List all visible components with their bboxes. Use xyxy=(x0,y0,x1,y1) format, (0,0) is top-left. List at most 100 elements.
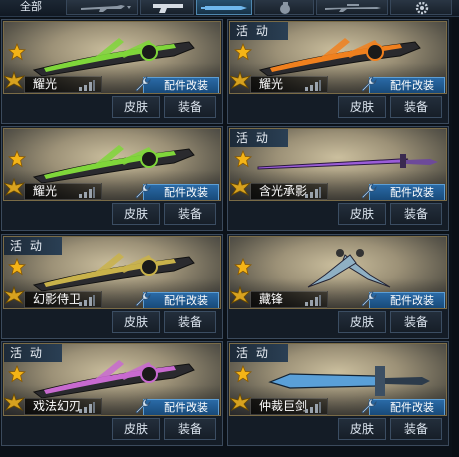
star-icon xyxy=(234,365,252,383)
rank-wings-icon xyxy=(230,177,252,197)
rank-wings-icon xyxy=(230,70,252,90)
skin-button[interactable]: 皮肤 xyxy=(112,311,160,333)
weapon-card[interactable]: 耀光 配件改装 皮肤 装备 xyxy=(1,126,223,231)
knife-icon xyxy=(201,6,247,10)
equip-button[interactable]: 装备 xyxy=(164,96,216,118)
star-icon xyxy=(8,43,26,61)
star-icon xyxy=(234,43,252,61)
equip-button[interactable]: 装备 xyxy=(390,311,442,333)
equip-button[interactable]: 装备 xyxy=(390,418,442,440)
equip-button[interactable]: 装备 xyxy=(164,311,216,333)
scrollbar[interactable] xyxy=(452,17,459,457)
rank-wings-icon xyxy=(4,70,26,90)
star-icon xyxy=(8,365,26,383)
weapon-preview[interactable]: 耀光 配件改装 xyxy=(3,128,221,201)
skin-button[interactable]: 皮肤 xyxy=(338,418,386,440)
wrench-icon xyxy=(135,183,151,199)
wrench-icon xyxy=(361,398,377,414)
weapon-card[interactable]: 藏锋 配件改装 皮肤 装备 xyxy=(227,234,449,339)
mod-button-label: 配件改装 xyxy=(164,79,208,92)
rank-wings-icon xyxy=(230,285,252,305)
equip-button[interactable]: 装备 xyxy=(164,418,216,440)
tab-rifle[interactable] xyxy=(66,0,138,15)
weapon-preview[interactable]: 活 动 仲裁巨剑 配件改装 xyxy=(229,343,447,416)
weapon-card[interactable]: 活 动 含光承影 配件改装 皮肤 装备 xyxy=(227,126,449,231)
star-icon xyxy=(8,258,26,276)
tab-knife[interactable] xyxy=(196,0,252,15)
gear-icon xyxy=(415,1,429,15)
grenade-icon xyxy=(280,2,290,14)
weapon-image xyxy=(32,145,195,184)
equip-button[interactable]: 装备 xyxy=(164,203,216,225)
star-icon xyxy=(8,150,26,168)
signal-bars-icon xyxy=(79,402,95,413)
mod-button-label: 配件改装 xyxy=(390,79,434,92)
mod-button[interactable]: 配件改装 xyxy=(135,291,219,308)
skin-button[interactable]: 皮肤 xyxy=(112,96,160,118)
weapon-preview[interactable]: 耀光 配件改装 xyxy=(3,21,221,94)
rank-wings-icon xyxy=(4,177,26,197)
skin-button[interactable]: 皮肤 xyxy=(338,311,386,333)
signal-bars-icon xyxy=(79,80,95,91)
signal-bars-icon xyxy=(305,402,321,413)
equip-button[interactable]: 装备 xyxy=(390,203,442,225)
weapon-preview[interactable]: 活 动 含光承影 配件改装 xyxy=(229,128,447,201)
mod-button[interactable]: 配件改装 xyxy=(135,398,219,415)
event-badge: 活 动 xyxy=(4,344,62,362)
mod-button-label: 配件改装 xyxy=(390,186,434,199)
rifle-icon xyxy=(81,5,131,12)
event-badge: 活 动 xyxy=(230,129,288,147)
mod-button-label: 配件改装 xyxy=(164,294,208,307)
weapon-preview[interactable]: 活 动 幻影侍卫 配件改装 xyxy=(3,236,221,309)
wrench-icon xyxy=(361,183,377,199)
weapon-card[interactable]: 活 动 戏法幻刃 配件改装 皮肤 装备 xyxy=(1,341,223,446)
rank-wings-icon xyxy=(230,392,252,412)
mod-button-label: 配件改装 xyxy=(164,186,208,199)
mod-button[interactable]: 配件改装 xyxy=(361,398,445,415)
weapon-card[interactable]: 活 动 耀光 配件改装 皮肤 装备 xyxy=(227,19,449,124)
weapon-preview[interactable]: 活 动 耀光 配件改装 xyxy=(229,21,447,94)
mod-button[interactable]: 配件改装 xyxy=(361,291,445,308)
skin-button[interactable]: 皮肤 xyxy=(338,96,386,118)
weapon-card[interactable]: 耀光 配件改装 皮肤 装备 xyxy=(1,19,223,124)
wrench-icon xyxy=(135,76,151,92)
weapon-category-bar: 全部 xyxy=(0,0,459,17)
tab-all[interactable]: 全部 xyxy=(0,0,62,15)
rank-wings-icon xyxy=(4,392,26,412)
sniper-icon xyxy=(325,4,381,12)
tab-pistol[interactable] xyxy=(140,0,194,15)
star-icon xyxy=(234,150,252,168)
mod-button-label: 配件改装 xyxy=(390,401,434,414)
mod-button[interactable]: 配件改装 xyxy=(361,76,445,93)
mod-button-label: 配件改装 xyxy=(390,294,434,307)
equip-button[interactable]: 装备 xyxy=(390,96,442,118)
skin-button[interactable]: 皮肤 xyxy=(112,418,160,440)
signal-bars-icon xyxy=(305,187,321,198)
rank-wings-icon xyxy=(4,285,26,305)
tab-grenade[interactable] xyxy=(254,0,314,15)
mod-button[interactable]: 配件改装 xyxy=(135,183,219,200)
weapon-preview[interactable]: 藏锋 配件改装 xyxy=(229,236,447,309)
tab-sniper[interactable] xyxy=(316,0,388,15)
weapon-card[interactable]: 活 动 仲裁巨剑 配件改装 皮肤 装备 xyxy=(227,341,449,446)
weapon-card[interactable]: 活 动 幻影侍卫 配件改装 皮肤 装备 xyxy=(1,234,223,339)
skin-button[interactable]: 皮肤 xyxy=(112,203,160,225)
wrench-icon xyxy=(361,76,377,92)
wrench-icon xyxy=(361,291,377,307)
signal-bars-icon xyxy=(79,295,95,306)
weapon-image xyxy=(32,38,195,77)
skin-button[interactable]: 皮肤 xyxy=(338,203,386,225)
weapon-preview[interactable]: 活 动 戏法幻刃 配件改装 xyxy=(3,343,221,416)
star-icon xyxy=(234,258,252,276)
mod-button[interactable]: 配件改装 xyxy=(361,183,445,200)
signal-bars-icon xyxy=(305,80,321,91)
signal-bars-icon xyxy=(305,295,321,306)
signal-bars-icon xyxy=(79,187,95,198)
mod-button-label: 配件改装 xyxy=(164,401,208,414)
tab-settings[interactable] xyxy=(390,0,452,15)
event-badge: 活 动 xyxy=(230,22,288,40)
wrench-icon xyxy=(135,291,151,307)
wrench-icon xyxy=(135,398,151,414)
event-badge: 活 动 xyxy=(230,344,288,362)
mod-button[interactable]: 配件改装 xyxy=(135,76,219,93)
